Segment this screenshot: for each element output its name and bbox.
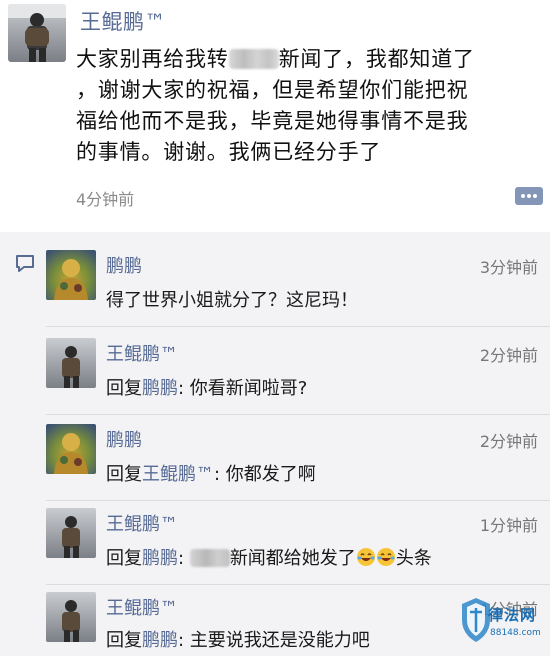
laughing-crying-emoji-icon	[356, 547, 376, 567]
comment-text: 回复鹏鹏: 新闻都给她发了 头条	[106, 544, 432, 570]
reply-body: 新闻都给她发了	[229, 548, 356, 569]
reply-mention[interactable]: 鹏鹏	[142, 630, 178, 651]
post-text-line2: ，谢谢大家的祝福，但是希望你们能把祝	[76, 78, 469, 102]
reply-prefix: 回复	[106, 464, 142, 485]
post-author-name[interactable]: 王鲲鹏™	[80, 6, 166, 36]
reply-body: : 你都发了啊	[214, 464, 316, 485]
post-text-line1a: 大家别再给我转	[76, 47, 229, 71]
commenter-avatar[interactable]	[46, 508, 96, 558]
reply-mention[interactable]: 鹏鹏	[142, 548, 178, 569]
post-body: 大家别再给我转 新闻了，我都知道了 ，谢谢大家的祝福，但是希望你们能把祝 福给他而…	[76, 44, 546, 168]
commenter-name[interactable]: 鹏鹏	[106, 252, 142, 278]
commenter-avatar[interactable]	[46, 424, 96, 474]
post-text-line3: 福给他而不是我，毕竟是她得事情不是我	[76, 109, 469, 133]
commenter-name[interactable]: 王鲲鹏™	[106, 594, 178, 620]
reply-colon: :	[178, 548, 185, 569]
commenter-name[interactable]: 鹏鹏	[106, 426, 142, 452]
commenter-name[interactable]: 王鲲鹏™	[106, 340, 178, 366]
comment-text: 得了世界小姐就分了？这尼玛！	[106, 290, 358, 311]
reply-end: 头条	[395, 548, 432, 569]
reply-prefix: 回复	[106, 548, 142, 569]
post-text-line4: 的事情。谢谢。我俩已经分手了	[76, 140, 382, 164]
commenter-name[interactable]: 王鲲鹏™	[106, 510, 178, 536]
comment-time: 1分钟前	[479, 516, 538, 535]
comment-time: 3分钟前	[479, 258, 538, 277]
more-icon[interactable]	[514, 184, 544, 210]
reply-prefix: 回复	[106, 378, 142, 399]
censored-blur	[228, 49, 279, 69]
reply-prefix: 回复	[106, 630, 142, 651]
comment-time: 2分钟前	[479, 346, 538, 365]
reply-body: : 主要说我还是没能力吧	[178, 630, 370, 651]
reply-mention[interactable]: 鹏鹏	[142, 378, 178, 399]
moment-post: 王鲲鹏™ 大家别再给我转 新闻了，我都知道了 ，谢谢大家的祝福，但是希望你们能把祝…	[0, 0, 550, 232]
comment-text: 回复鹏鹏: 你看新闻啦哥?	[106, 374, 307, 400]
comment-text: 回复王鲲鹏™: 你都发了啊	[106, 460, 316, 486]
divider	[46, 584, 550, 585]
reply-body: : 你看新闻啦哥?	[178, 378, 308, 399]
censored-blur	[189, 549, 230, 567]
comment-text: 回复鹏鹏: 主要说我还是没能力吧	[106, 626, 370, 652]
reply-mention[interactable]: 王鲲鹏™	[142, 464, 214, 485]
comment-icon	[14, 252, 36, 274]
comment-time: 2分钟前	[479, 432, 538, 451]
commenter-avatar[interactable]	[46, 250, 96, 300]
watermark-text: 律法网	[488, 606, 537, 624]
post-timestamp: 4分钟前	[76, 190, 135, 209]
divider	[46, 326, 550, 327]
divider	[46, 414, 550, 415]
divider	[46, 500, 550, 501]
commenter-avatar[interactable]	[46, 338, 96, 388]
watermark-url: 88148.com	[490, 628, 541, 638]
laughing-crying-emoji-icon	[376, 547, 396, 567]
post-text-line1b: 新闻了，我都知道了	[278, 47, 475, 71]
commenter-avatar[interactable]	[46, 592, 96, 642]
author-avatar[interactable]	[8, 4, 66, 62]
